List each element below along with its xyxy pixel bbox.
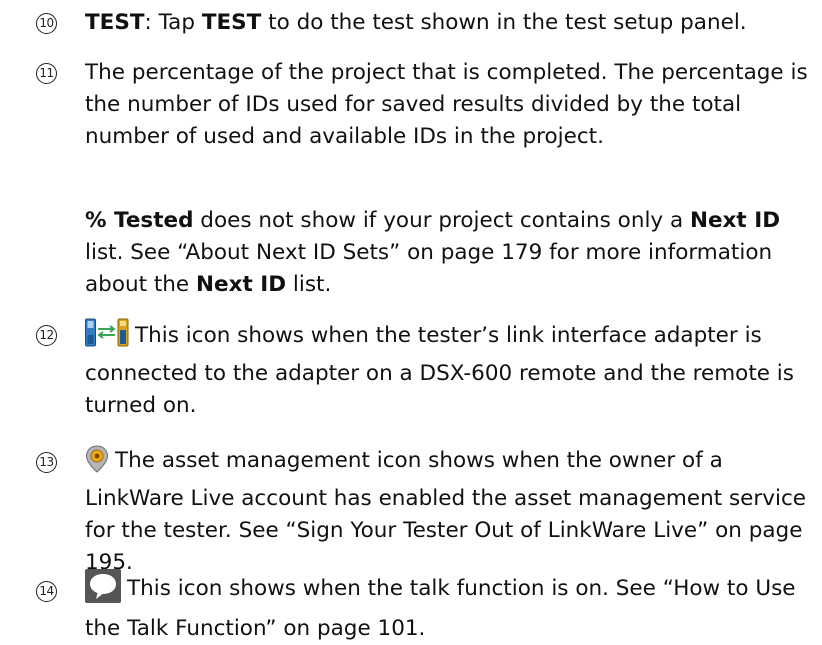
item-number-11: 11 — [36, 63, 57, 84]
next-id-label-2: Next ID — [196, 272, 287, 297]
item-11-note: % Tested does not show if your project c… — [85, 208, 781, 297]
item-number-10: 10 — [36, 13, 57, 34]
remote-link-icon — [85, 318, 129, 358]
item-14-text: This icon shows when the talk function i… — [85, 569, 815, 645]
next-id-label: Next ID — [689, 208, 781, 233]
item-13-text: The asset management icon shows when the… — [85, 445, 815, 579]
item-number-14: 14 — [36, 581, 57, 602]
item-12-text: This icon shows when the tester’s link i… — [85, 318, 815, 422]
asset-management-icon — [85, 445, 109, 483]
item-11-text: The percentage of the project that is co… — [85, 60, 808, 149]
test-label-inline: TEST — [201, 10, 262, 35]
talk-icon — [85, 569, 121, 613]
test-label: TEST — [85, 10, 145, 35]
item-number-13: 13 — [36, 452, 57, 473]
manual-page: 10 TEST: Tap TEST to do the test shown i… — [0, 0, 822, 641]
percent-tested-label: % Tested — [85, 208, 194, 233]
item-10-text: TEST: Tap TEST to do the test shown in t… — [85, 10, 747, 35]
item-number-12: 12 — [36, 325, 57, 346]
